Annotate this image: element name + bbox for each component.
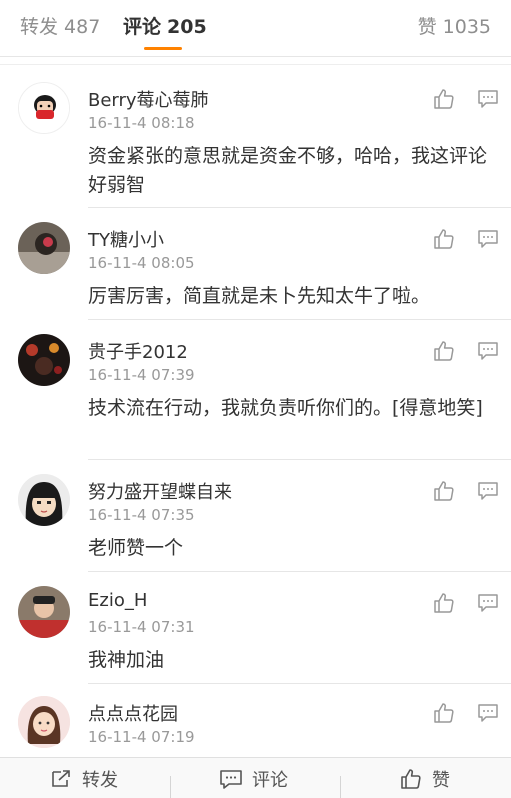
bottom-action-bar: 转发 评论 赞 <box>0 757 511 798</box>
thumbs-up-icon[interactable] <box>433 592 455 614</box>
comment-time: 16-11-4 08:18 <box>88 114 195 132</box>
divider <box>88 683 511 684</box>
avatar-image <box>18 334 70 386</box>
tab-reposts-count: 487 <box>64 16 101 38</box>
commenter-name[interactable]: 点点点花园 <box>88 700 178 726</box>
avatar[interactable] <box>18 334 70 386</box>
comment-button[interactable]: 评论 <box>220 758 288 798</box>
comment-label: 评论 <box>252 769 288 791</box>
thumbs-up-icon[interactable] <box>433 228 455 250</box>
comment-more-icon[interactable] <box>478 594 498 612</box>
bottom-separator <box>170 776 171 798</box>
tab-likes[interactable]: 赞 1035 <box>418 14 491 40</box>
comment-time: 16-11-4 07:31 <box>88 618 195 636</box>
avatar-image <box>19 83 69 133</box>
like-button[interactable]: 赞 <box>400 758 450 798</box>
avatar-image <box>18 696 70 748</box>
commenter-name[interactable]: Ezio_H <box>88 590 147 611</box>
comment-text: 厉害厉害，简直就是未卜先知太牛了啦。 <box>88 285 431 307</box>
thumbs-up-icon[interactable] <box>433 480 455 502</box>
like-label: 赞 <box>432 769 450 791</box>
bottom-separator <box>340 776 341 798</box>
divider <box>88 459 511 460</box>
tab-comments-label: 评论 <box>123 16 162 38</box>
comments-page: 转发 487 评论 205 赞 1035 Berry莓心莓肺 16-11-4 08:1… <box>0 0 511 798</box>
comment-more-icon[interactable] <box>478 704 498 722</box>
comment-time: 16-11-4 07:39 <box>88 366 195 384</box>
repost-button[interactable]: 转发 <box>50 758 118 798</box>
tab-reposts-label: 转发 <box>20 16 59 38</box>
commenter-name[interactable]: Berry莓心莓肺 <box>88 86 209 112</box>
comment-icon <box>220 769 242 789</box>
divider <box>88 207 511 208</box>
comment-text: 技术流在行动，我就负责听你们的。[得意地笑] <box>88 397 483 419</box>
tab-comments-count: 205 <box>167 16 207 38</box>
comment-more-icon[interactable] <box>478 482 498 500</box>
tab-likes-count: 1035 <box>442 16 491 38</box>
avatar[interactable] <box>18 222 70 274</box>
commenter-name[interactable]: 努力盛开望蝶自来 <box>88 478 232 504</box>
comment-text: 老师赞一个 <box>88 537 184 559</box>
comment-time: 16-11-4 07:19 <box>88 728 195 746</box>
tab-comments[interactable]: 评论 205 <box>123 14 207 40</box>
comment-text: 资金紧张的意思就是资金不够，哈哈，我这评论好弱智 <box>88 145 488 196</box>
commenter-name[interactable]: TY糖小小 <box>88 226 164 252</box>
repost-label: 转发 <box>82 769 118 791</box>
tab-active-indicator <box>144 47 182 50</box>
commenter-name[interactable]: 贵子手2012 <box>88 338 188 364</box>
top-separator <box>0 64 511 65</box>
thumbs-up-icon[interactable] <box>433 702 455 724</box>
avatar[interactable] <box>18 696 70 748</box>
thumbs-up-icon <box>401 768 421 789</box>
comment-text: 我神加油 <box>88 649 165 671</box>
avatar[interactable] <box>18 474 70 526</box>
divider <box>88 319 511 320</box>
avatar[interactable] <box>18 82 70 134</box>
comment-time: 16-11-4 07:35 <box>88 506 195 524</box>
repost-icon <box>52 769 70 787</box>
avatar-image <box>18 586 70 638</box>
comment-time: 16-11-4 08:05 <box>88 254 195 272</box>
comment-more-icon[interactable] <box>478 342 498 360</box>
tab-reposts[interactable]: 转发 487 <box>20 14 100 40</box>
avatar-image <box>18 474 70 526</box>
divider <box>88 571 511 572</box>
thumbs-up-icon[interactable] <box>433 340 455 362</box>
avatar-image <box>18 222 70 274</box>
tab-bar: 转发 487 评论 205 赞 1035 <box>0 0 511 57</box>
tab-likes-label: 赞 <box>417 16 437 38</box>
avatar[interactable] <box>18 586 70 638</box>
comment-more-icon[interactable] <box>478 90 498 108</box>
comment-more-icon[interactable] <box>478 230 498 248</box>
thumbs-up-icon[interactable] <box>433 88 455 110</box>
